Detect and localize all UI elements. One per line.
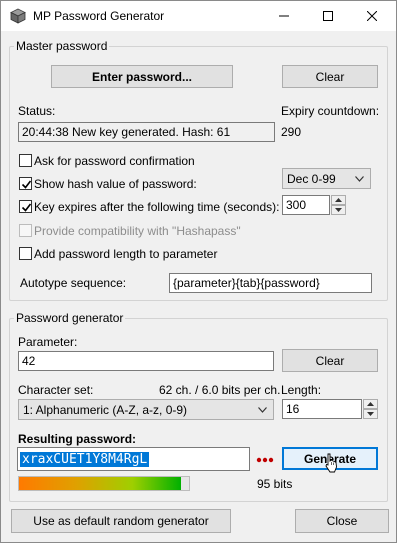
mouse-cursor-icon (325, 453, 339, 475)
strength-meter-fill (19, 477, 181, 490)
clear-parameter-button[interactable]: Clear (282, 349, 378, 372)
length-label: Length: (281, 383, 322, 397)
enter-password-button[interactable]: Enter password... (51, 65, 233, 88)
hash-format-dropdown[interactable]: Dec 0-99 (282, 168, 371, 189)
key-expires-label: Key expires after the following time (se… (34, 200, 280, 214)
chevron-down-icon (258, 406, 267, 413)
charset-info: 62 ch. / 6.0 bits per ch. (159, 383, 281, 397)
charset-dropdown[interactable]: 1: Alphanumeric (A-Z, a-z, 0-9) (18, 399, 274, 420)
parameter-input[interactable]: 42 (18, 351, 274, 371)
charset-value: 1: Alphanumeric (A-Z, a-z, 0-9) (23, 402, 188, 417)
hashapass-checkbox[interactable] (19, 224, 32, 237)
strength-meter (18, 476, 190, 491)
spin-down-icon (335, 208, 342, 212)
hashapass-label: Provide compatibility with "Hashapass" (34, 224, 241, 238)
window-title: MP Password Generator (33, 9, 165, 23)
result-password-value: xraxCUET1Y8M4RgL (20, 451, 150, 467)
app-window: MP Password Generator Master password En… (0, 0, 397, 543)
master-password-group-title: Master password (14, 39, 110, 53)
spin-up-icon (367, 402, 374, 406)
hash-format-value: Dec 0-99 (287, 171, 336, 186)
strength-bits: 95 bits (257, 477, 293, 491)
spin-up-button[interactable] (363, 399, 378, 409)
minimize-button[interactable] (262, 1, 306, 31)
ask-confirmation-checkbox[interactable] (19, 154, 32, 167)
maximize-icon (323, 11, 333, 21)
spin-up-button[interactable] (331, 195, 346, 205)
result-label: Resulting password: (18, 432, 137, 446)
spin-down-icon (367, 412, 374, 416)
length-input[interactable]: 16 (282, 399, 362, 419)
show-hash-checkbox[interactable] (19, 177, 32, 190)
clear-master-button[interactable]: Clear (282, 65, 378, 88)
use-as-default-button[interactable]: Use as default random generator (11, 509, 231, 533)
maximize-button[interactable] (306, 1, 350, 31)
spin-down-button[interactable] (331, 205, 346, 215)
autotype-label: Autotype sequence: (20, 276, 127, 290)
show-hash-label: Show hash value of password: (34, 177, 197, 191)
minimize-icon (279, 15, 289, 17)
key-expires-checkbox[interactable] (19, 200, 32, 213)
more-dots-icon[interactable] (256, 454, 274, 464)
result-password-field[interactable]: xraxCUET1Y8M4RgL (17, 447, 250, 471)
parameter-label: Parameter: (18, 335, 78, 349)
spin-down-button[interactable] (363, 409, 378, 419)
expiry-countdown-label: Expiry countdown: (281, 104, 380, 118)
chevron-down-icon (355, 175, 364, 182)
app-icon (10, 8, 26, 24)
length-spinner[interactable] (363, 399, 378, 419)
add-length-label: Add password length to parameter (34, 247, 218, 261)
close-button[interactable]: Close (295, 509, 389, 533)
expire-seconds-input[interactable]: 300 (282, 195, 330, 215)
check-icon (21, 180, 32, 189)
expire-seconds-spinner[interactable] (331, 195, 346, 215)
add-length-checkbox[interactable] (19, 247, 32, 260)
title-bar[interactable]: MP Password Generator (1, 1, 396, 31)
charset-label: Character set: (18, 383, 94, 397)
close-window-button[interactable] (350, 1, 394, 31)
password-generator-group-title: Password generator (14, 311, 126, 325)
ask-confirmation-label: Ask for password confirmation (34, 154, 195, 168)
status-label: Status: (18, 104, 56, 118)
spin-up-icon (335, 198, 342, 202)
autotype-input[interactable]: {parameter}{tab}{password} (169, 273, 372, 293)
expiry-countdown-value: 290 (281, 125, 302, 139)
check-icon (21, 203, 32, 212)
close-icon (367, 11, 377, 21)
status-field[interactable]: 20:44:38 New key generated. Hash: 61 (18, 122, 275, 142)
